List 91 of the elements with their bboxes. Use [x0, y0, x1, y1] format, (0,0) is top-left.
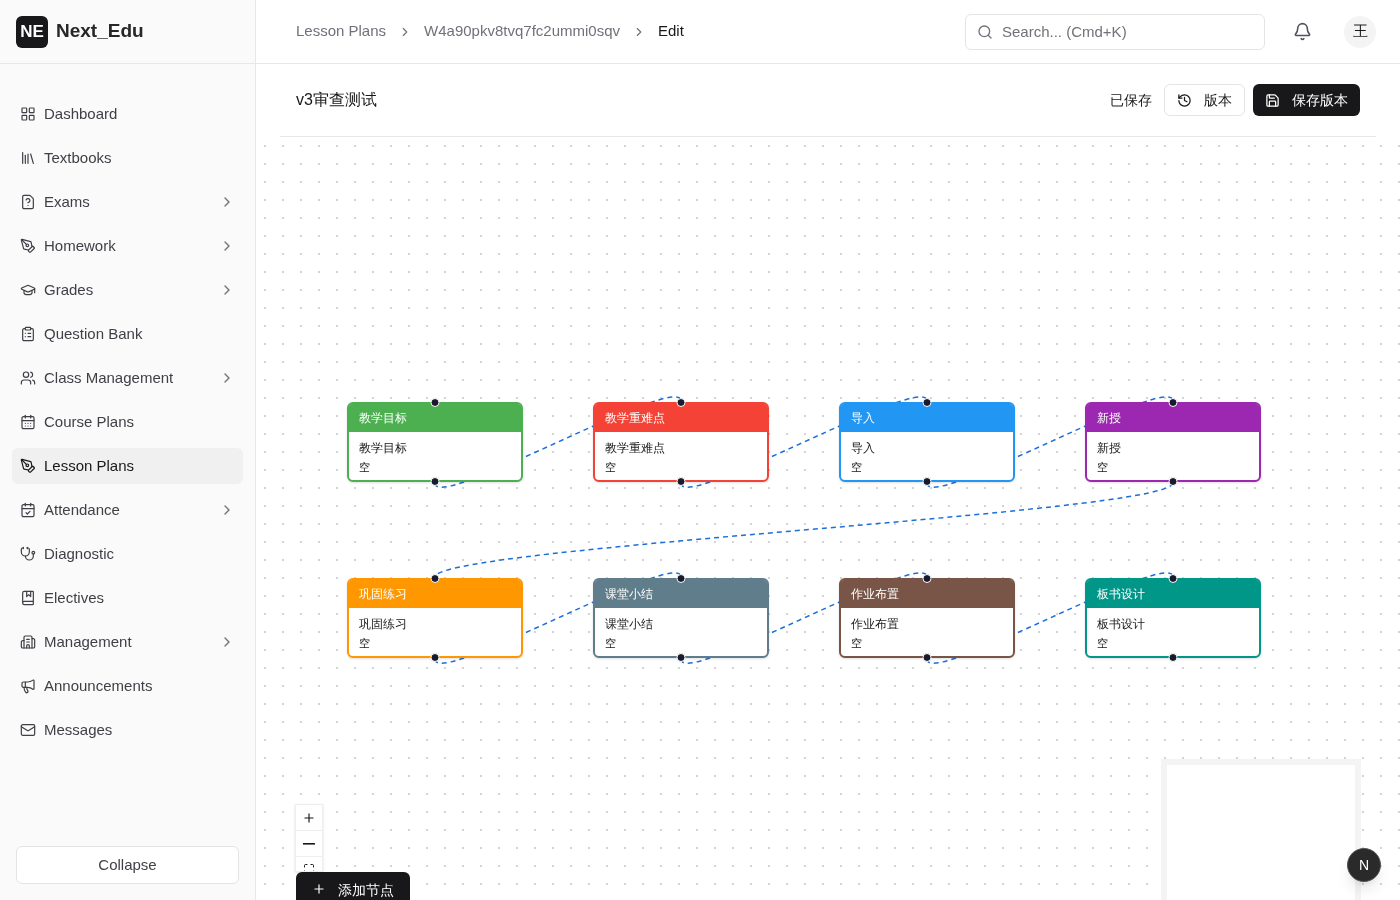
- breadcrumb-link[interactable]: W4a90pkv8tvq7fc2ummi0sqv: [424, 20, 620, 43]
- save-version-button[interactable]: 保存版本: [1253, 84, 1360, 116]
- node-handle[interactable]: [1168, 477, 1178, 486]
- brand-name: Next_Edu: [56, 19, 144, 44]
- save-icon: [1265, 92, 1280, 108]
- sidebar-item[interactable]: Question Bank: [12, 316, 243, 352]
- node-handle[interactable]: [676, 398, 686, 407]
- sidebar-item[interactable]: Homework: [12, 228, 243, 264]
- sidebar-item[interactable]: Attendance: [12, 492, 243, 528]
- node-header: 导入: [841, 404, 1013, 432]
- node-header: 作业布置: [841, 580, 1013, 608]
- sidebar-item[interactable]: Messages: [12, 712, 243, 748]
- node-title: 作业布置: [851, 616, 899, 633]
- lesson-plan-title: v3审查测试: [296, 90, 378, 110]
- node-handle[interactable]: [922, 477, 932, 486]
- history-icon: [1177, 92, 1192, 108]
- breadcrumb-link[interactable]: Edit: [658, 20, 684, 43]
- node-content: 空: [1097, 636, 1108, 651]
- node-content: 空: [851, 636, 862, 651]
- search-field[interactable]: Search... (Cmd+K): [965, 13, 1265, 50]
- sidebar-item[interactable]: Management: [12, 624, 243, 660]
- nav-icon: [20, 546, 36, 562]
- sidebar-item[interactable]: Lesson Plans: [12, 448, 243, 484]
- node-content: 空: [605, 636, 616, 651]
- node-content: 空: [851, 460, 862, 475]
- node-handle[interactable]: [430, 574, 440, 583]
- sidebar-item[interactable]: Grades: [12, 272, 243, 308]
- user-avatar[interactable]: 王: [1344, 15, 1376, 48]
- node-handle[interactable]: [676, 574, 686, 583]
- sidebar-item[interactable]: Class Management: [12, 360, 243, 396]
- nav-icon: [20, 502, 36, 518]
- node-title: 新授: [1097, 440, 1121, 457]
- versions-button[interactable]: 版本: [1164, 84, 1245, 116]
- sidebar-item[interactable]: Announcements: [12, 668, 243, 704]
- nav-icon: [20, 282, 36, 298]
- node-header: 教学目标: [349, 404, 521, 432]
- nav-icon: [20, 370, 36, 386]
- node-handle[interactable]: [922, 574, 932, 583]
- sidebar-item[interactable]: Electives: [12, 580, 243, 616]
- node-title: 课堂小结: [605, 616, 653, 633]
- node-content: 空: [359, 636, 370, 651]
- add-node-button[interactable]: 添加节点: [296, 872, 410, 900]
- nav-icon: [20, 238, 36, 254]
- node-handle[interactable]: [922, 398, 932, 407]
- node-title: 巩固练习: [359, 616, 407, 633]
- nav-icon: [20, 414, 36, 430]
- node-header: 巩固练习: [349, 580, 521, 608]
- node-title: 板书设计: [1097, 616, 1145, 633]
- save-status: 已保存: [1110, 90, 1152, 110]
- sidebar-item[interactable]: Diagnostic: [12, 536, 243, 572]
- nav-icon: [20, 722, 36, 738]
- node-title: 教学重难点: [605, 440, 665, 457]
- sidebar-item[interactable]: Dashboard: [12, 96, 243, 132]
- node-content: 空: [359, 460, 370, 475]
- node-handle[interactable]: [430, 398, 440, 407]
- nav-icon: [20, 590, 36, 606]
- nav-icon: [20, 106, 36, 122]
- minus-icon: [303, 842, 315, 845]
- sidebar-item[interactable]: Course Plans: [12, 404, 243, 440]
- node-handle[interactable]: [676, 653, 686, 662]
- brand-logo: NE: [16, 15, 48, 48]
- node-header: 教学重难点: [595, 404, 767, 432]
- dev-indicator[interactable]: N: [1347, 848, 1381, 882]
- sidebar-item[interactable]: Exams: [12, 184, 243, 220]
- nav-icon: [20, 150, 36, 166]
- node-header: 课堂小结: [595, 580, 767, 608]
- plus-icon: [302, 810, 316, 825]
- collapse-button[interactable]: Collapse: [16, 846, 239, 884]
- node-handle[interactable]: [922, 653, 932, 662]
- node-handle[interactable]: [1168, 574, 1178, 583]
- node-content: 空: [605, 460, 616, 475]
- nav-icon: [20, 326, 36, 342]
- breadcrumb-link[interactable]: Lesson Plans: [296, 20, 387, 43]
- notification-bell-icon[interactable]: [1293, 22, 1312, 41]
- nav-icon: [20, 678, 36, 694]
- node-handle[interactable]: [1168, 398, 1178, 407]
- plus-icon: [312, 882, 326, 896]
- node-handle[interactable]: [1168, 653, 1178, 662]
- sidebar-item[interactable]: Textbooks: [12, 140, 243, 176]
- node-title: 教学目标: [359, 440, 407, 457]
- node-header: 板书设计: [1087, 580, 1259, 608]
- node-header: 新授: [1087, 404, 1259, 432]
- nav-icon: [20, 634, 36, 650]
- nav-icon: [20, 194, 36, 210]
- nav-icon: [20, 458, 36, 474]
- node-handle[interactable]: [430, 477, 440, 486]
- node-handle[interactable]: [430, 653, 440, 662]
- node-content: 空: [1097, 460, 1108, 475]
- node-title: 导入: [851, 440, 875, 457]
- node-handle[interactable]: [676, 477, 686, 486]
- search-icon: [977, 23, 993, 40]
